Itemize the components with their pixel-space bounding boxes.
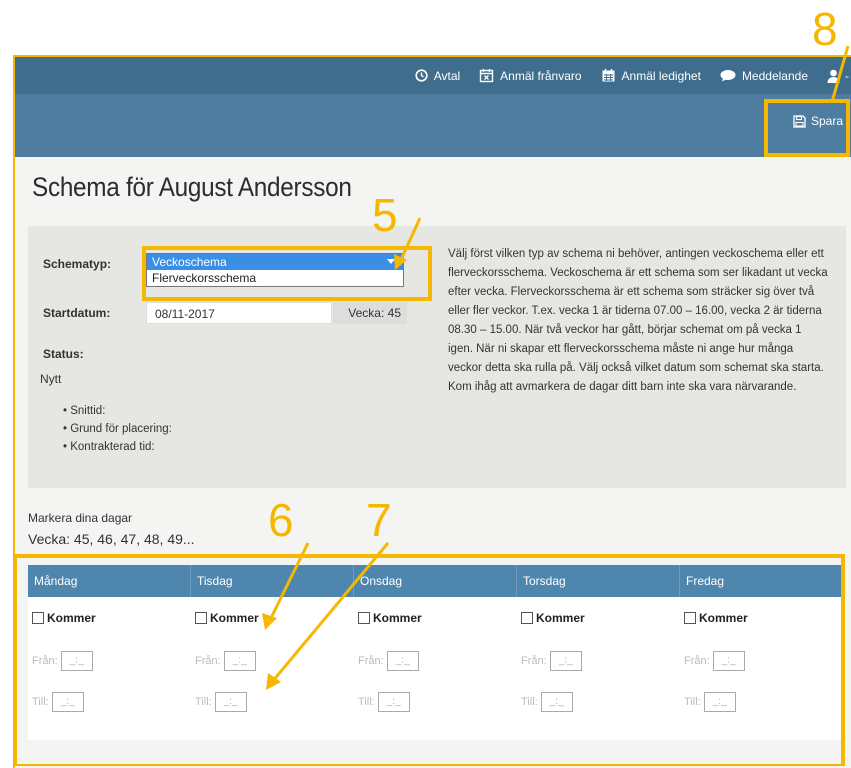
schematyp-option[interactable]: Flerveckorsschema: [147, 270, 403, 286]
fran-time-input[interactable]: _:_: [549, 651, 582, 671]
day-header: Fredag: [686, 574, 725, 588]
nav-meddelande[interactable]: Meddelande: [720, 69, 808, 83]
kommer-checkbox[interactable]: Kommer: [195, 611, 259, 625]
days-heading: Markera dina dagar: [28, 511, 133, 525]
day-column: Kommer Från: _:_ Till: _:_: [354, 597, 517, 740]
schematyp-option-selected[interactable]: Veckoschema: [147, 254, 403, 270]
clock-icon: [415, 69, 428, 82]
fran-field: Från: _:_: [358, 651, 419, 671]
days-table-header: Måndag Tisdag Onsdag Torsdag Fredag: [28, 565, 843, 597]
day-column: Kommer Från: _:_ Till: _:_: [517, 597, 680, 740]
status-value: Nytt: [40, 372, 62, 386]
chat-bubble-icon: [720, 70, 736, 82]
nav-avtal[interactable]: Avtal: [415, 69, 460, 83]
bullet-item: • Grund för placering:: [63, 423, 172, 435]
bullet-item: • Snittid:: [63, 405, 106, 417]
nav-avtal-label: Avtal: [433, 68, 461, 83]
fran-time-input[interactable]: _:_: [712, 651, 745, 671]
checkbox-box[interactable]: [358, 612, 370, 624]
top-nav-bar: Avtal Anmäl frånvaro Anmäl ledighet Medd…: [15, 57, 851, 94]
top-nav: Avtal Anmäl frånvaro Anmäl ledighet Medd…: [415, 57, 851, 94]
days-table-body: Kommer Från: _:_ Till: _:_ Kommer Från: _:_…: [28, 597, 843, 740]
till-field: Till: _:_: [684, 692, 736, 712]
checkbox-box[interactable]: [195, 612, 207, 624]
startdatum-input[interactable]: 08/11-2017: [146, 302, 332, 324]
day-column: Kommer Från: _:_ Till: _:_: [191, 597, 354, 740]
till-field: Till: _:_: [358, 692, 410, 712]
annotation-number-7: 7: [366, 494, 392, 546]
till-field: Till: _:_: [521, 692, 573, 712]
nav-anmal-ledighet-label: Anmäl ledighet: [621, 68, 701, 83]
fran-field: Från: _:_: [32, 651, 93, 671]
day-header: Måndag: [28, 565, 191, 597]
day-header: Tisdag: [191, 565, 354, 597]
save-button-label: Spara: [810, 114, 843, 128]
schematyp-label: Schematyp:: [43, 257, 112, 271]
calendar-x-icon: [479, 69, 494, 83]
annotation-number-5: 5: [372, 189, 398, 241]
annotation-number-8: 8: [812, 3, 838, 55]
days-table: Måndag Tisdag Onsdag Torsdag Fredag Komm…: [28, 565, 843, 740]
bullet-item: • Kontrakterad tid:: [63, 441, 155, 453]
annotation-number-6: 6: [268, 494, 294, 546]
kommer-checkbox[interactable]: Kommer: [358, 611, 422, 625]
till-field: Till: _:_: [32, 692, 84, 712]
user-icon: [827, 69, 840, 83]
till-field: Till: _:_: [195, 692, 247, 712]
chevron-down-icon: [387, 259, 395, 264]
kommer-checkbox[interactable]: Kommer: [521, 611, 585, 625]
user-menu-label: -: [845, 68, 849, 83]
day-header: Torsdag: [517, 565, 680, 597]
day-column: Kommer Från: _:_ Till: _:_: [28, 597, 191, 740]
floppy-disk-icon: [793, 114, 806, 128]
status-label: Status:: [43, 347, 84, 361]
fran-time-input[interactable]: _:_: [223, 651, 256, 671]
kommer-checkbox[interactable]: Kommer: [32, 611, 96, 625]
fran-time-input[interactable]: _:_: [386, 651, 419, 671]
fran-field: Från: _:_: [521, 651, 582, 671]
checkbox-box[interactable]: [32, 612, 44, 624]
nav-anmal-franvaro[interactable]: Anmäl frånvaro: [479, 68, 582, 83]
till-time-input[interactable]: _:_: [214, 692, 247, 712]
action-bar: Spara: [15, 94, 851, 157]
user-menu[interactable]: -: [827, 69, 849, 83]
till-time-input[interactable]: _:_: [377, 692, 410, 712]
schematyp-select[interactable]: Veckoschema Flerveckorsschema: [146, 253, 404, 287]
checkbox-box[interactable]: [684, 612, 696, 624]
weeks-list: Vecka: 45, 46, 47, 48, 49...: [28, 531, 195, 547]
info-text: Välj först vilken typ av schema ni behöv…: [448, 248, 828, 393]
till-time-input[interactable]: _:_: [703, 692, 736, 712]
calendar-icon: [602, 69, 615, 82]
info-bullets: • Snittid: • Grund för placering: • Kont…: [63, 402, 172, 456]
fran-time-input[interactable]: _:_: [60, 651, 93, 671]
save-button[interactable]: Spara: [793, 114, 843, 128]
kommer-checkbox[interactable]: Kommer: [684, 611, 748, 625]
fran-field: Från: _:_: [195, 651, 256, 671]
startdatum-label: Startdatum:: [43, 306, 111, 320]
nav-meddelande-label: Meddelande: [741, 68, 808, 83]
day-column: Kommer Från: _:_ Till: _:_: [680, 597, 843, 740]
nav-anmal-franvaro-label: Anmäl frånvaro: [500, 68, 582, 83]
fran-field: Från: _:_: [684, 651, 745, 671]
nav-anmal-ledighet[interactable]: Anmäl ledighet: [601, 68, 701, 83]
vecka-readout: Vecka: 45: [333, 302, 407, 324]
day-header: Onsdag: [354, 565, 517, 597]
till-time-input[interactable]: _:_: [540, 692, 573, 712]
page-title: Schema för August Andersson: [32, 172, 352, 202]
checkbox-box[interactable]: [521, 612, 533, 624]
till-time-input[interactable]: _:_: [51, 692, 84, 712]
